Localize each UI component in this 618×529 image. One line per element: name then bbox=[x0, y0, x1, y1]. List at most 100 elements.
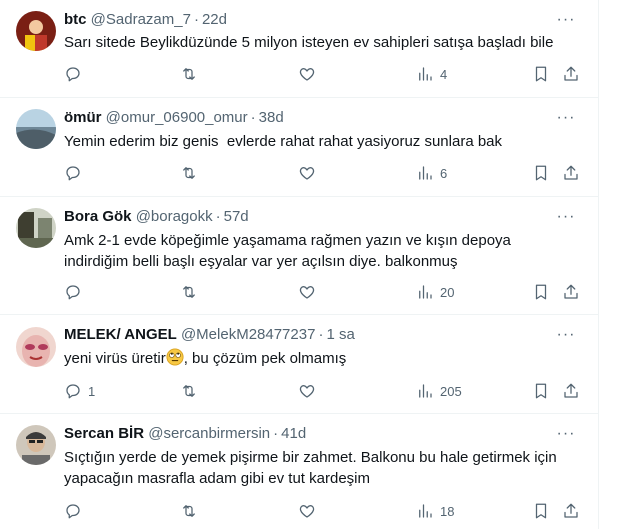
avatar[interactable] bbox=[16, 425, 56, 465]
analytics-icon bbox=[419, 166, 432, 180]
views-button[interactable]: 20 bbox=[416, 282, 454, 302]
reply-icon bbox=[66, 166, 80, 181]
more-options-icon[interactable]: ··· bbox=[556, 424, 576, 444]
views-button[interactable]: 18 bbox=[416, 501, 454, 521]
display-name[interactable]: Sercan BİR bbox=[64, 425, 144, 442]
share-button[interactable] bbox=[562, 64, 580, 84]
bookmark-icon bbox=[535, 284, 547, 300]
views-count: 20 bbox=[440, 284, 455, 300]
avatar[interactable] bbox=[16, 327, 56, 367]
views-button[interactable]: 205 bbox=[416, 381, 462, 401]
tweet-text: Yemin ederim biz genis evlerde rahat rah… bbox=[64, 133, 503, 150]
tweet-header: Bora Gök @boragokk · 57d bbox=[64, 207, 582, 227]
action-bar: 4 bbox=[64, 64, 588, 84]
reply-button[interactable] bbox=[64, 64, 82, 84]
like-button[interactable] bbox=[298, 163, 316, 183]
timestamp[interactable]: 41d bbox=[281, 425, 306, 442]
views-count: 6 bbox=[440, 165, 448, 181]
column-divider bbox=[598, 0, 599, 529]
reply-icon bbox=[66, 504, 80, 519]
tweet[interactable]: Bora Gök @boragokk · 57d ··· Amk 2-1 evde … bbox=[0, 197, 598, 315]
analytics-icon bbox=[419, 285, 432, 299]
display-name[interactable]: MELEK/ ANGEL bbox=[64, 326, 177, 343]
views-button[interactable]: 6 bbox=[416, 163, 447, 183]
separator-dot: · bbox=[215, 208, 221, 225]
analytics-icon bbox=[419, 504, 432, 518]
username-handle[interactable]: @boragokk bbox=[136, 208, 213, 225]
views-button[interactable]: 4 bbox=[416, 64, 447, 84]
username-handle[interactable]: @omur_06900_omur bbox=[106, 109, 248, 126]
like-button[interactable] bbox=[298, 381, 316, 401]
retweet-icon bbox=[183, 385, 195, 397]
more-options-icon[interactable]: ··· bbox=[556, 325, 576, 345]
action-bar: 20 bbox=[64, 282, 588, 302]
username-handle[interactable]: @sercanbirmersin bbox=[148, 425, 270, 442]
more-options-icon[interactable]: ··· bbox=[556, 10, 576, 30]
heart-icon bbox=[299, 68, 315, 81]
bookmark-button[interactable] bbox=[532, 163, 550, 183]
replies-count: 1 bbox=[88, 383, 96, 399]
avatar[interactable] bbox=[16, 208, 56, 248]
retweet-button[interactable] bbox=[180, 64, 198, 84]
views-count: 4 bbox=[440, 66, 448, 82]
bookmark-button[interactable] bbox=[532, 501, 550, 521]
bookmark-icon bbox=[535, 383, 547, 399]
retweet-button[interactable] bbox=[180, 501, 198, 521]
share-icon bbox=[564, 503, 578, 518]
display-name[interactable]: Bora Gök bbox=[64, 208, 132, 225]
timestamp[interactable]: 38d bbox=[259, 109, 284, 126]
share-icon bbox=[564, 383, 578, 398]
username-handle[interactable]: @Sadrazam_7 bbox=[91, 11, 191, 28]
display-name[interactable]: ömür bbox=[64, 109, 102, 126]
timestamp[interactable]: 22d bbox=[202, 11, 227, 28]
views-count: 205 bbox=[440, 383, 462, 399]
heart-icon bbox=[299, 167, 315, 180]
display-name[interactable]: btc bbox=[64, 11, 87, 28]
bookmark-button[interactable] bbox=[532, 282, 550, 302]
action-bar: 1 205 bbox=[64, 381, 588, 401]
retweet-button[interactable] bbox=[180, 163, 198, 183]
more-options-icon[interactable]: ··· bbox=[556, 207, 576, 227]
views-count: 18 bbox=[440, 503, 455, 519]
separator-dot: · bbox=[193, 11, 199, 28]
username-handle[interactable]: @MelekM28477237 bbox=[181, 326, 315, 343]
share-button[interactable] bbox=[562, 282, 580, 302]
share-button[interactable] bbox=[562, 381, 580, 401]
share-icon bbox=[564, 66, 578, 81]
reply-button[interactable] bbox=[64, 282, 82, 302]
avatar[interactable] bbox=[16, 11, 56, 51]
share-icon bbox=[564, 165, 578, 180]
tweet-text: Sıçtığın yerde de yemek pişirme bir zahm… bbox=[64, 449, 557, 487]
share-button[interactable] bbox=[562, 163, 580, 183]
timestamp[interactable]: 57d bbox=[224, 208, 249, 225]
analytics-icon bbox=[419, 67, 432, 81]
tweet[interactable]: btc @Sadrazam_7 · 22d ··· Sarı sitede Beyl… bbox=[0, 0, 598, 98]
like-button[interactable] bbox=[298, 501, 316, 521]
reply-button[interactable]: 1 bbox=[64, 381, 95, 401]
rolling-eyes-emoji-icon bbox=[166, 348, 184, 366]
action-bar: 18 bbox=[64, 501, 588, 521]
avatar[interactable] bbox=[16, 109, 56, 149]
more-options-icon[interactable]: ··· bbox=[556, 108, 576, 128]
tweet-text: Amk 2-1 evde köpeğimle yaşamama rağmen y… bbox=[64, 232, 511, 270]
timestamp[interactable]: 1 sa bbox=[326, 326, 354, 343]
tweet[interactable]: ömür @omur_06900_omur · 38d ··· Yemin eder… bbox=[0, 98, 598, 197]
reply-button[interactable] bbox=[64, 501, 82, 521]
heart-icon bbox=[299, 385, 315, 398]
retweet-button[interactable] bbox=[180, 381, 198, 401]
reply-icon bbox=[66, 67, 80, 82]
heart-icon bbox=[299, 286, 315, 299]
bookmark-icon bbox=[535, 66, 547, 82]
tweet-text-part: , bu çözüm pek olmamış bbox=[183, 350, 347, 367]
tweet[interactable]: Sercan BİR @sercanbirmersin · 41d ··· Sıçt… bbox=[0, 414, 598, 529]
retweet-button[interactable] bbox=[180, 282, 198, 302]
reply-button[interactable] bbox=[64, 163, 82, 183]
bookmark-button[interactable] bbox=[532, 381, 550, 401]
like-button[interactable] bbox=[298, 282, 316, 302]
bookmark-button[interactable] bbox=[532, 64, 550, 84]
retweet-icon bbox=[183, 68, 195, 80]
like-button[interactable] bbox=[298, 64, 316, 84]
tweet[interactable]: MELEK/ ANGEL @MelekM28477237 · 1 sa ··· ye… bbox=[0, 315, 598, 414]
share-button[interactable] bbox=[562, 501, 580, 521]
tweet-text: Sarı sitede Beylikdüzünde 5 milyon istey… bbox=[64, 34, 554, 51]
